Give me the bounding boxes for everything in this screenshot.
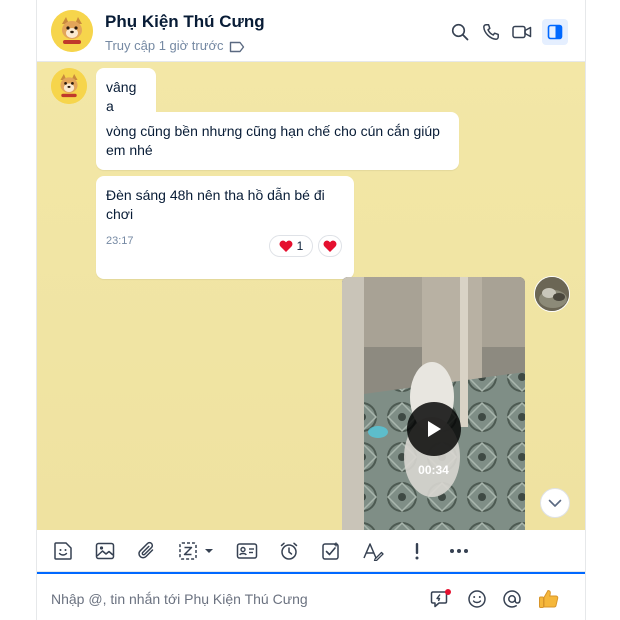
message-text: vòng cũng bền nhưng cũng hạn chế cho cún… [106,123,440,158]
composer [37,572,585,620]
sticker-icon[interactable] [51,539,75,563]
contact-status: Truy cập 1 giờ trước [105,38,224,53]
contact-name[interactable]: Phụ Kiện Thú Cưng [105,12,265,32]
mention-icon[interactable] [500,587,524,611]
video-message[interactable]: 00:34 [342,277,525,530]
frame-border-right [585,0,586,620]
text-format-icon[interactable] [361,539,385,563]
task-icon[interactable] [319,539,343,563]
reminder-icon[interactable] [277,539,301,563]
contact-card-icon[interactable] [235,539,259,563]
chat-window: Phụ Kiện Thú Cưng Truy cập 1 giờ trước v… [37,0,585,620]
important-icon[interactable] [405,539,429,563]
composer-toolbar [37,530,585,572]
emoji-icon[interactable] [465,587,489,611]
reaction-summary[interactable]: 1 [269,235,313,257]
react-button[interactable] [318,235,342,257]
chevron-down-icon [548,499,562,507]
play-icon [428,421,441,437]
contact-avatar[interactable] [51,10,93,52]
image-icon[interactable] [93,539,117,563]
label-tag-icon[interactable] [229,40,245,53]
reaction-count: 1 [296,239,304,253]
message-input[interactable] [51,589,411,609]
more-icon[interactable] [447,539,471,563]
scroll-to-bottom-button[interactable] [540,488,570,518]
heart-icon [323,240,337,252]
message-text: vâng ạ [106,79,137,114]
message-text: Đèn sáng 48h nên tha hồ dẫn bé đi chơi [106,187,325,222]
quick-message-icon[interactable] [429,587,453,611]
video-duration: 00:34 [418,463,449,477]
message-bubble[interactable]: vòng cũng bền nhưng cũng hạn chế cho cún… [96,112,459,170]
heart-icon [279,240,293,252]
chat-header: Phụ Kiện Thú Cưng Truy cập 1 giờ trước [37,0,585,62]
sender-avatar[interactable] [51,68,87,104]
message-list[interactable]: vâng ạ vòng cũng bền nhưng cũng hạn chế … [37,62,585,530]
sidebar-toggle-icon[interactable] [542,19,568,45]
video-call-icon[interactable] [509,19,535,45]
search-icon[interactable] [447,19,473,45]
thumbs-up-icon[interactable] [537,587,561,611]
message-bubble[interactable]: Đèn sáng 48h nên tha hồ dẫn bé đi chơi 2… [96,176,354,279]
phone-icon[interactable] [478,19,504,45]
play-button[interactable] [407,402,461,456]
my-avatar[interactable] [534,276,570,312]
attachment-icon[interactable] [135,539,159,563]
screenshot-icon[interactable] [177,539,217,563]
